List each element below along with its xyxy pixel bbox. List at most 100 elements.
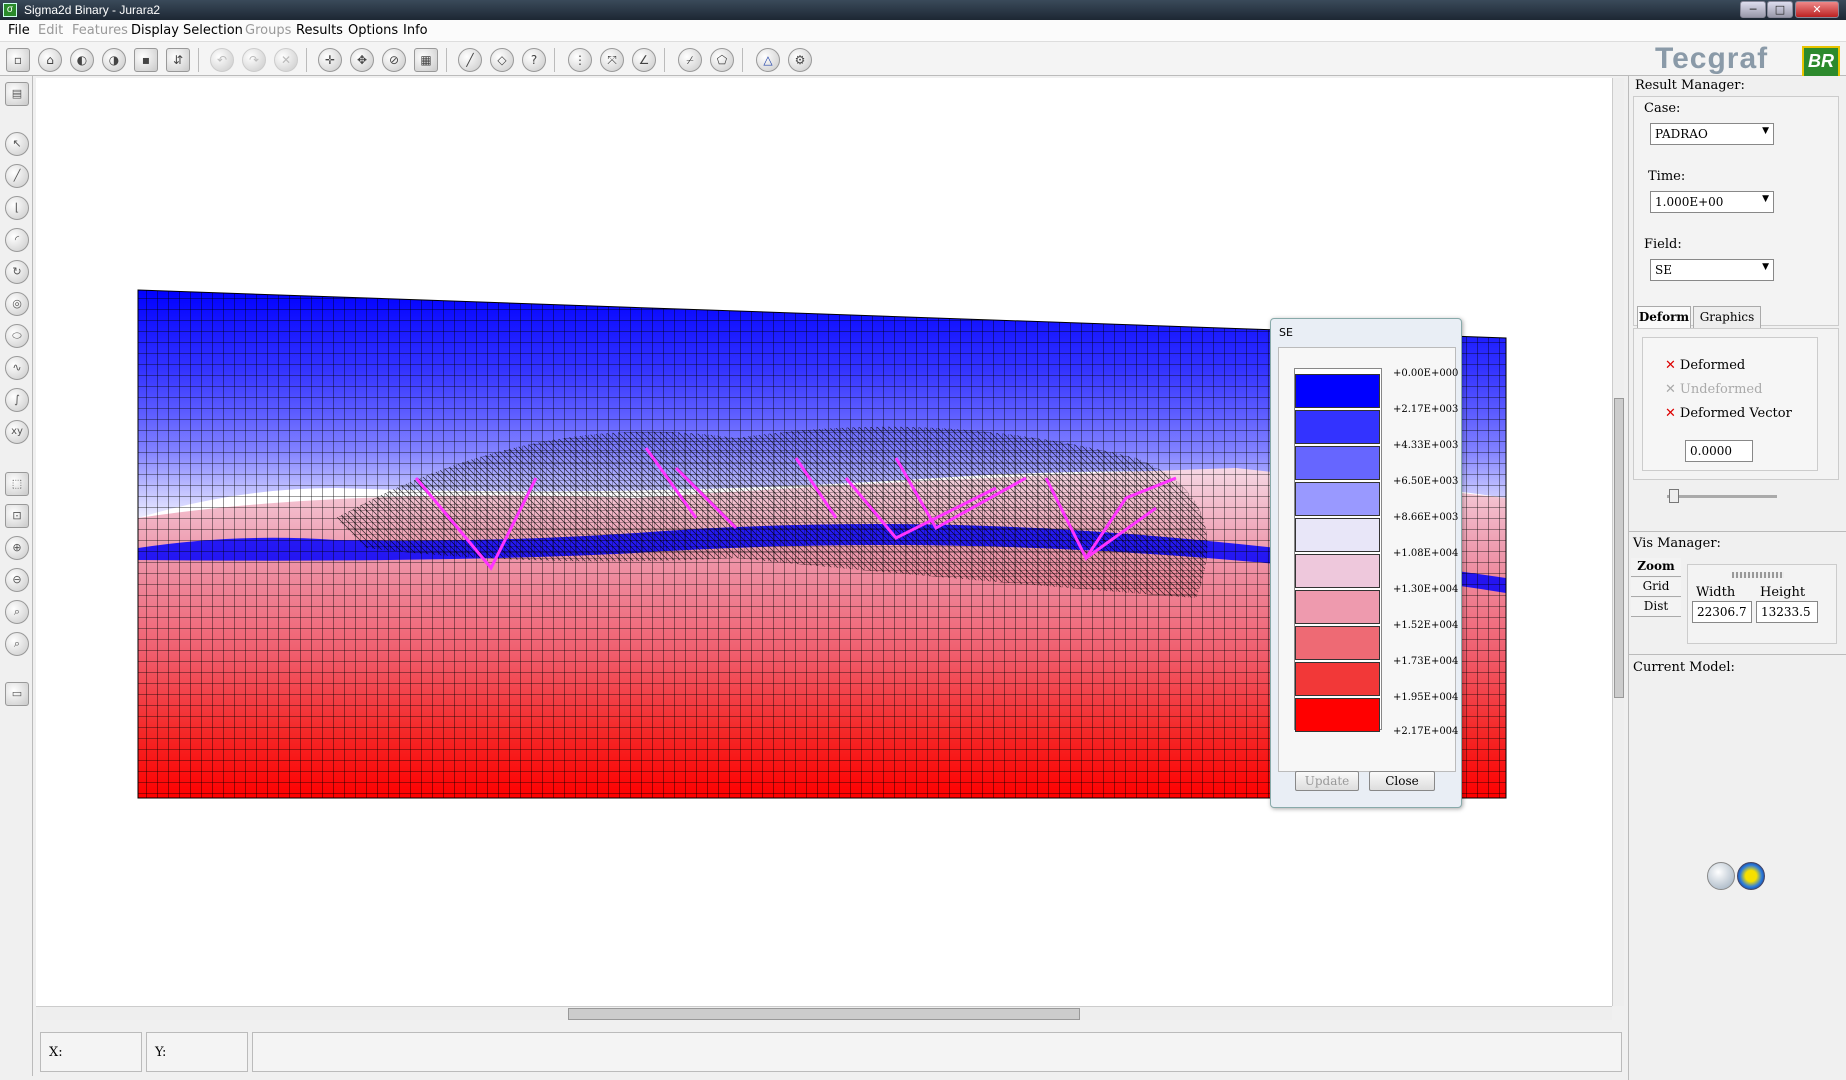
chevron-down-icon: ▼ (1762, 262, 1769, 272)
polyline-icon[interactable]: ⌊ (5, 196, 29, 220)
message-box (252, 1032, 1622, 1072)
ellipse-icon[interactable]: ⬭ (5, 324, 29, 348)
new-file-icon[interactable]: ▫ (6, 48, 30, 72)
boundary-icon[interactable]: ⌿ (678, 48, 702, 72)
zoom-icon[interactable]: ⌕ (5, 600, 29, 624)
menu-display[interactable]: Display (131, 23, 179, 38)
move-icon[interactable]: ✛ (318, 48, 342, 72)
mesh-icon[interactable]: ▦ (414, 48, 438, 72)
zoom-previous-icon[interactable]: ⌕ (5, 632, 29, 656)
menu-edit[interactable]: Edit (38, 23, 63, 38)
zoom-window-icon[interactable]: ⊡ (5, 504, 29, 528)
import-icon[interactable]: ◑ (102, 48, 126, 72)
tab-graphics[interactable]: Graphics (1693, 306, 1761, 328)
model-icon[interactable]: ▤ (5, 82, 29, 106)
attribute-icon[interactable]: ⬠ (710, 48, 734, 72)
zoom-out-icon[interactable]: ⊖ (5, 568, 29, 592)
analysis-icon[interactable]: ⚙ (788, 48, 812, 72)
legend-tick: +1.52E+004 (1393, 620, 1459, 631)
zoom-button[interactable]: Zoom (1631, 558, 1681, 577)
deformed-checkbox[interactable]: ✕ Deformed (1665, 358, 1745, 373)
pan-icon[interactable]: ✥ (350, 48, 374, 72)
draw-line-icon[interactable]: ╱ (5, 164, 29, 188)
undo-icon[interactable]: ↶ (210, 48, 234, 72)
close-window-button[interactable]: ✕ (1795, 1, 1839, 18)
rotate-icon[interactable]: ↻ (5, 260, 29, 284)
save-icon[interactable]: ▪ (134, 48, 158, 72)
color-map-icon[interactable] (1737, 862, 1765, 890)
measure-icon[interactable]: ⊘ (382, 48, 406, 72)
triangle-mesh-icon[interactable]: △ (756, 48, 780, 72)
arc-icon[interactable]: ◜ (5, 228, 29, 252)
display-icon[interactable]: ▭ (5, 682, 29, 706)
grid-button[interactable]: Grid (1631, 578, 1681, 597)
zoom-in-icon[interactable]: ⊕ (5, 536, 29, 560)
line-tool-icon[interactable]: ╱ (458, 48, 482, 72)
open-results-icon[interactable]: ◐ (70, 48, 94, 72)
maximize-button[interactable]: □ (1767, 1, 1793, 18)
spline-icon[interactable]: ∿ (5, 356, 29, 380)
fit-icon[interactable]: ⬚ (5, 472, 29, 496)
delete-icon[interactable]: ✕ (274, 48, 298, 72)
menu-features[interactable]: Features (72, 23, 128, 38)
case-select[interactable]: PADRAO ▼ (1650, 123, 1774, 145)
legend-tick: +1.08E+004 (1393, 548, 1459, 559)
menu-file[interactable]: File (8, 23, 30, 38)
legend-body: +0.00E+000 +2.17E+003 +4.33E+003 +6.50E+… (1278, 347, 1459, 772)
menu-info[interactable]: Info (403, 23, 428, 38)
zoom-slider[interactable] (1732, 572, 1784, 578)
xy-point-icon[interactable]: xy (5, 420, 29, 444)
legend-swatch-1 (1295, 374, 1380, 408)
check-x-icon: ✕ (1665, 406, 1676, 421)
legend-tick: +8.66E+003 (1393, 512, 1459, 523)
menu-groups[interactable]: Groups (245, 23, 291, 38)
legend-tick: +1.30E+004 (1393, 584, 1459, 595)
tab-deform[interactable]: Deform (1637, 306, 1691, 328)
vertical-scrollbar[interactable] (1612, 78, 1624, 1006)
deform-slider-handle[interactable] (1669, 489, 1679, 503)
dist-button[interactable]: Dist (1631, 598, 1681, 617)
select-icon[interactable]: ↖ (5, 132, 29, 156)
legend-tick: +4.33E+003 (1393, 440, 1459, 451)
result-manager-label: Result Manager: (1635, 78, 1745, 93)
curve-icon[interactable]: ∫ (5, 388, 29, 412)
view-model-icon[interactable] (1707, 862, 1735, 890)
app-icon: σ (3, 3, 17, 17)
legend-swatch-4 (1295, 482, 1380, 516)
query-tool-icon[interactable]: ? (522, 48, 546, 72)
minimize-button[interactable]: ─ (1740, 1, 1766, 18)
width-input[interactable]: 22306.7 (1692, 601, 1752, 623)
deformed-vector-checkbox[interactable]: ✕ Deformed Vector (1665, 406, 1792, 421)
export-icon[interactable]: ⇵ (166, 48, 190, 72)
circle-icon[interactable]: ◎ (5, 292, 29, 316)
menu-options[interactable]: Options (348, 23, 398, 38)
legend-swatch-6 (1295, 554, 1380, 588)
snap-icon[interactable]: ⤧ (600, 48, 624, 72)
grid-icon[interactable]: ⋮ (568, 48, 592, 72)
legend-tick: +6.50E+003 (1393, 476, 1459, 487)
angle-icon[interactable]: ∠ (632, 48, 656, 72)
redo-icon[interactable]: ↷ (242, 48, 266, 72)
legend-swatch-10 (1295, 698, 1380, 732)
logo-badge: BR (1802, 46, 1840, 78)
horizontal-scroll-thumb[interactable] (568, 1008, 1080, 1020)
legend-title: SE (1279, 326, 1293, 339)
menu-selection[interactable]: Selection (183, 23, 243, 38)
left-toolbar: ▤ ↖ ╱ ⌊ ◜ ↻ ◎ ⬭ ∿ ∫ xy ⬚ ⊡ ⊕ ⊖ ⌕ ⌕ ▭ (0, 76, 33, 1076)
vis-manager-label: Vis Manager: (1633, 536, 1721, 551)
time-select[interactable]: 1.000E+00 ▼ (1650, 191, 1774, 213)
menu-results[interactable]: Results (296, 23, 343, 38)
legend-close-button[interactable]: Close (1369, 771, 1435, 791)
region-tool-icon[interactable]: ◇ (490, 48, 514, 72)
field-select[interactable]: SE ▼ (1650, 259, 1774, 281)
vertical-scroll-thumb[interactable] (1614, 398, 1624, 698)
deform-factor-input[interactable]: 0.0000 (1685, 440, 1753, 462)
update-button[interactable]: Update (1295, 771, 1359, 791)
undeformed-checkbox[interactable]: ✕ Undeformed (1665, 382, 1762, 397)
deform-slider-track[interactable] (1667, 495, 1777, 498)
legend-swatch-5 (1295, 518, 1380, 552)
height-input[interactable]: 13233.5 (1756, 601, 1818, 623)
case-value: PADRAO (1655, 127, 1708, 141)
horizontal-scrollbar[interactable] (36, 1006, 1612, 1020)
open-file-icon[interactable]: ⌂ (38, 48, 62, 72)
